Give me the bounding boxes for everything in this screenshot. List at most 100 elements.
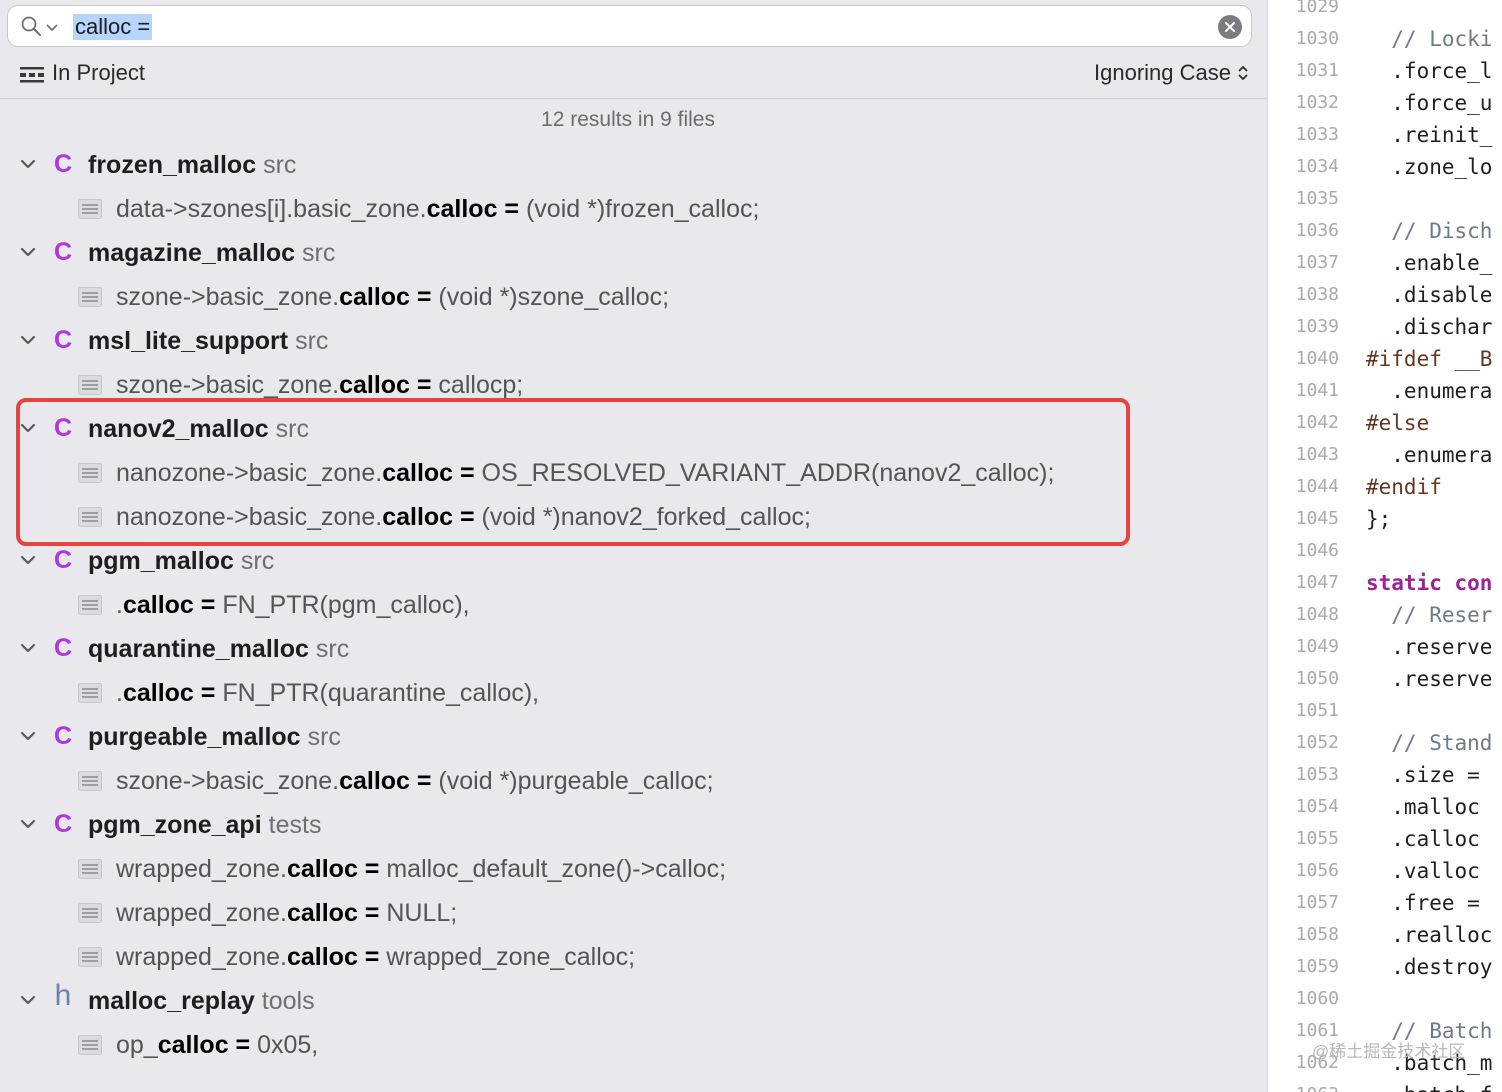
- code-line[interactable]: 1035: [1266, 184, 1502, 216]
- code-line[interactable]: 1039 .dischar: [1266, 312, 1502, 344]
- match-row[interactable]: .calloc = FN_PTR(quarantine_calloc),: [0, 671, 1266, 715]
- code-line[interactable]: 1031 .force_l: [1266, 56, 1502, 88]
- code-line[interactable]: 1029: [1266, 0, 1502, 24]
- code-line[interactable]: 1056 .valloc: [1266, 856, 1502, 888]
- code-line[interactable]: 1044 #endif: [1266, 472, 1502, 504]
- file-row[interactable]: h malloc_replay tools: [0, 979, 1266, 1023]
- code-line[interactable]: 1063 .batch_f: [1266, 1080, 1502, 1092]
- disclosure-chevron-icon[interactable]: [19, 553, 37, 567]
- code-line[interactable]: 1033 .reinit_: [1266, 120, 1502, 152]
- file-type-icon: C: [53, 414, 73, 442]
- disclosure-chevron-icon[interactable]: [19, 157, 37, 171]
- match-row[interactable]: op_calloc = 0x05,: [0, 1023, 1266, 1067]
- match-row[interactable]: nanozone->basic_zone.calloc = OS_RESOLVE…: [0, 451, 1266, 495]
- file-row[interactable]: Cfrozen_malloc src: [0, 143, 1266, 187]
- file-row[interactable]: Cquarantine_malloc src: [0, 627, 1266, 671]
- code-line[interactable]: 1043 .enumera: [1266, 440, 1502, 472]
- code-line[interactable]: 1048 // Reser: [1266, 600, 1502, 632]
- scope-icon[interactable]: [19, 64, 45, 84]
- match-row[interactable]: wrapped_zone.calloc = malloc_default_zon…: [0, 847, 1266, 891]
- match-row[interactable]: wrapped_zone.calloc = NULL;: [0, 891, 1266, 935]
- code-line[interactable]: 1059 .destroy: [1266, 952, 1502, 984]
- match-row[interactable]: wrapped_zone.calloc = wrapped_zone_callo…: [0, 935, 1266, 979]
- disclosure-chevron-icon[interactable]: [19, 641, 37, 655]
- code-line[interactable]: 1049 .reserve: [1266, 632, 1502, 664]
- code-text: .enumera: [1366, 379, 1493, 403]
- code-line[interactable]: 1055 .calloc: [1266, 824, 1502, 856]
- match-row[interactable]: nanozone->basic_zone.calloc = (void *)na…: [0, 495, 1266, 539]
- code-line[interactable]: 1052 // Stand: [1266, 728, 1502, 760]
- code-line[interactable]: 1036 // Disch: [1266, 216, 1502, 248]
- disclosure-chevron-icon[interactable]: [19, 817, 37, 831]
- scope-label[interactable]: In Project: [52, 59, 145, 87]
- file-type-icon: C: [53, 810, 73, 838]
- search-field[interactable]: calloc =: [7, 5, 1252, 47]
- code-line[interactable]: 1053 .size =: [1266, 760, 1502, 792]
- disclosure-chevron-icon[interactable]: [19, 421, 37, 435]
- line-number: 1029: [1295, 0, 1339, 17]
- text-lines-icon: [78, 859, 102, 879]
- code-line[interactable]: 1054 .malloc: [1266, 792, 1502, 824]
- code-text: .size =: [1366, 763, 1480, 787]
- file-row[interactable]: Cmagazine_malloc src: [0, 231, 1266, 275]
- line-number: 1044: [1295, 476, 1339, 497]
- clear-search-button[interactable]: [1218, 15, 1242, 39]
- code-line[interactable]: 1034 .zone_lo: [1266, 152, 1502, 184]
- file-row[interactable]: Cnanov2_malloc src: [0, 407, 1266, 451]
- search-icon[interactable]: [20, 15, 42, 37]
- case-sensitivity-select[interactable]: Ignoring Case: [1094, 59, 1249, 87]
- code-line[interactable]: 1040 #ifdef __B: [1266, 344, 1502, 376]
- disclosure-chevron-icon[interactable]: [19, 333, 37, 347]
- match-row[interactable]: szone->basic_zone.calloc = (void *)szone…: [0, 275, 1266, 319]
- text-lines-icon: [78, 947, 102, 967]
- code-text: // Batch: [1366, 1019, 1493, 1043]
- code-line[interactable]: 1037 .enable_: [1266, 248, 1502, 280]
- file-row[interactable]: Cpgm_zone_api tests: [0, 803, 1266, 847]
- match-highlight: calloc =: [339, 767, 432, 795]
- match-row[interactable]: .calloc = FN_PTR(pgm_calloc),: [0, 583, 1266, 627]
- code-line[interactable]: 1051: [1266, 696, 1502, 728]
- match-text: .calloc = FN_PTR(pgm_calloc),: [116, 590, 470, 620]
- code-text: static con: [1366, 571, 1493, 595]
- file-row[interactable]: Cpurgeable_malloc src: [0, 715, 1266, 759]
- code-line[interactable]: 1042 #else: [1266, 408, 1502, 440]
- line-number: 1039: [1295, 316, 1339, 337]
- chevron-down-icon[interactable]: [46, 24, 58, 32]
- code-line[interactable]: 1030 // Locki: [1266, 24, 1502, 56]
- disclosure-chevron-icon[interactable]: [19, 993, 37, 1007]
- disclosure-chevron-icon[interactable]: [19, 245, 37, 259]
- code-line[interactable]: 1057 .free =: [1266, 888, 1502, 920]
- find-navigator: calloc = In Project Ignoring Case 12 res…: [0, 0, 1266, 1092]
- code-line[interactable]: 1060: [1266, 984, 1502, 1016]
- line-number: 1042: [1295, 412, 1339, 433]
- match-row[interactable]: data->szones[i].basic_zone.calloc = (voi…: [0, 187, 1266, 231]
- search-input[interactable]: calloc =: [73, 14, 153, 40]
- match-prefix: wrapped_zone.: [116, 855, 287, 883]
- match-suffix: FN_PTR(pgm_calloc),: [215, 591, 470, 619]
- code-text: .valloc: [1366, 859, 1480, 883]
- match-highlight: calloc =: [339, 283, 432, 311]
- code-line[interactable]: 1038 .disable: [1266, 280, 1502, 312]
- code-text: // Locki: [1366, 27, 1493, 51]
- line-number: 1056: [1295, 860, 1339, 881]
- code-line[interactable]: 1032 .force_u: [1266, 88, 1502, 120]
- code-text: .zone_lo: [1366, 155, 1493, 179]
- code-text: // Stand: [1366, 731, 1493, 755]
- match-suffix: (void *)szone_calloc;: [431, 283, 670, 311]
- match-row[interactable]: szone->basic_zone.calloc = callocp;: [0, 363, 1266, 407]
- code-line[interactable]: 1046: [1266, 536, 1502, 568]
- file-row[interactable]: Cpgm_malloc src: [0, 539, 1266, 583]
- code-line[interactable]: 1041 .enumera: [1266, 376, 1502, 408]
- code-line[interactable]: 1050 .reserve: [1266, 664, 1502, 696]
- file-type-icon: C: [53, 634, 73, 662]
- code-text: .destroy: [1366, 955, 1493, 979]
- code-line[interactable]: 1047 static con: [1266, 568, 1502, 600]
- match-suffix: (void *)frozen_calloc;: [519, 195, 760, 223]
- code-line[interactable]: 1045};: [1266, 504, 1502, 536]
- code-line[interactable]: 1058 .realloc: [1266, 920, 1502, 952]
- source-editor[interactable]: 1029 1030 // Locki 1031 .force_l 1032 .forc…: [1266, 0, 1502, 1092]
- line-number: 1030: [1295, 28, 1339, 49]
- match-row[interactable]: szone->basic_zone.calloc = (void *)purge…: [0, 759, 1266, 803]
- file-row[interactable]: Cmsl_lite_support src: [0, 319, 1266, 363]
- disclosure-chevron-icon[interactable]: [19, 729, 37, 743]
